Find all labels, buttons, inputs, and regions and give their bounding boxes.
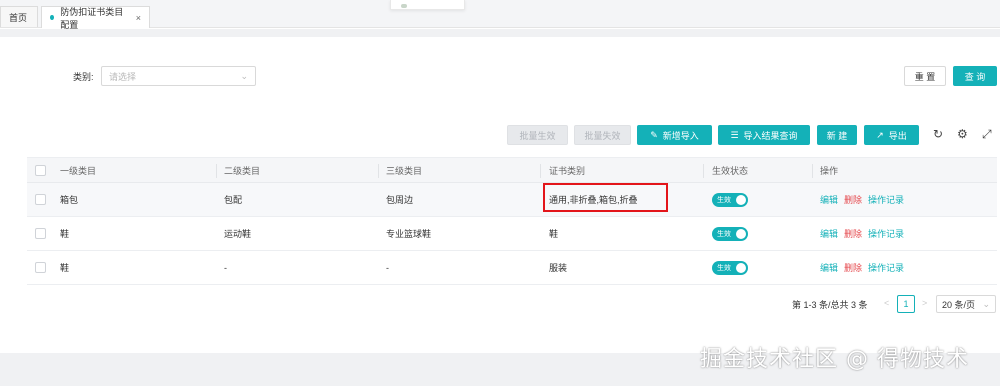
status-toggle[interactable]: 生效 (712, 217, 748, 250)
page-size-label: 20 条/页 (942, 299, 976, 310)
header-level1: 一级类目 (60, 165, 97, 176)
cell-level3: - (386, 262, 389, 273)
cell-level1: 箱包 (60, 195, 79, 205)
cell-level2: - (224, 262, 227, 273)
delete-link[interactable]: 删除 (844, 193, 862, 206)
cell-level2: 运动鞋 (224, 229, 252, 239)
category-filter-label: 类别: (73, 72, 94, 82)
batch-enable-button[interactable]: 批量生效 (507, 125, 568, 145)
batch-disable-button[interactable]: 批量失效 (574, 125, 631, 145)
cell-cert-type: 鞋 (549, 229, 559, 239)
chevron-right-icon[interactable]: > (922, 298, 927, 308)
page-size-select[interactable]: 20 条/页 ⌄ (936, 295, 996, 313)
row-actions: 编辑 删除 操作记录 (820, 217, 910, 250)
cell-cert-type: 服装 (549, 263, 568, 273)
pagination-total: 第 1-3 条/总共 3 条 (792, 300, 868, 310)
row-checkbox[interactable] (35, 251, 46, 284)
new-import-label: 新增导入 (662, 130, 699, 141)
table-header: 一级类目 二级类目 三级类目 证书类别 生效状态 操作 (27, 157, 997, 183)
delete-link[interactable]: 删除 (844, 261, 862, 274)
header-actions: 操作 (820, 165, 839, 176)
header-level2: 二级类目 (224, 165, 261, 176)
row-checkbox[interactable] (35, 183, 46, 216)
log-link[interactable]: 操作记录 (868, 261, 904, 274)
reset-button[interactable]: 重 置 (904, 66, 946, 86)
cell-level3: 专业篮球鞋 (386, 229, 432, 239)
dropdown-popover (390, 0, 465, 10)
tab-home[interactable]: 首页 (0, 6, 38, 27)
row-actions: 编辑 删除 操作记录 (820, 183, 910, 216)
status-toggle-label: 生效 (717, 230, 731, 238)
edit-link[interactable]: 编辑 (820, 261, 838, 274)
create-button[interactable]: 新 建 (817, 125, 857, 145)
select-all-checkbox[interactable] (35, 158, 46, 182)
content-top-strip (0, 29, 1000, 37)
row-checkbox[interactable] (35, 217, 46, 250)
red-highlight-box (543, 183, 668, 212)
refresh-icon[interactable]: ↻ (933, 127, 943, 141)
chevron-left-icon[interactable]: < (884, 298, 889, 308)
header-level3: 三级类目 (386, 165, 423, 176)
row-actions: 编辑 删除 操作记录 (820, 251, 910, 284)
export-icon: ↗ (876, 129, 884, 140)
status-toggle[interactable]: 生效 (712, 251, 748, 284)
category-select-placeholder: 请选择 (109, 71, 137, 82)
category-select[interactable]: 请选择 ⌄ (101, 66, 256, 86)
chevron-down-icon: ⌄ (982, 298, 990, 309)
status-toggle[interactable]: 生效 (712, 183, 748, 216)
category-table: 一级类目 二级类目 三级类目 证书类别 生效状态 操作 箱包 包配 包周边 通用… (27, 157, 997, 285)
log-link[interactable]: 操作记录 (868, 227, 904, 240)
cell-level2: 包配 (224, 195, 243, 205)
cell-level1: 鞋 (60, 263, 70, 273)
tab-active-label: 防伪扣证书类目配置 (60, 6, 124, 30)
list-icon: ☰ (730, 129, 739, 140)
table-row[interactable]: 鞋 - - 服装 生效 编辑 删除 操作记录 (27, 251, 997, 285)
active-dot-icon (50, 15, 55, 20)
tab-cert-category-config[interactable]: 防伪扣证书类目配置 × (41, 6, 150, 30)
watermark-text: 掘金技术社区 @ 得物技术 (700, 347, 969, 372)
table-row[interactable]: 箱包 包配 包周边 通用,非折叠,箱包,折叠 生效 编辑 删除 操作记录 (27, 183, 997, 217)
export-button[interactable]: ↗ 导出 (864, 125, 919, 145)
tab-bar: 首页 防伪扣证书类目配置 × (0, 0, 1000, 30)
edit-square-icon: ✎ (650, 129, 658, 140)
search-button[interactable]: 查 询 (953, 66, 997, 86)
popover-indicator-icon (401, 4, 407, 8)
page-number-button[interactable]: 1 (897, 295, 915, 313)
edit-link[interactable]: 编辑 (820, 227, 838, 240)
cell-level3: 包周边 (386, 195, 414, 205)
delete-link[interactable]: 删除 (844, 227, 862, 240)
gear-icon[interactable]: ⚙ (957, 127, 968, 141)
fullscreen-icon[interactable]: ⤢ (982, 127, 992, 142)
cell-level1: 鞋 (60, 229, 70, 239)
edit-link[interactable]: 编辑 (820, 193, 838, 206)
close-icon[interactable]: × (136, 13, 141, 23)
chevron-down-icon: ⌄ (240, 70, 248, 81)
import-result-query-button[interactable]: ☰ 导入结果查询 (718, 125, 810, 145)
tab-home-label: 首页 (9, 12, 28, 23)
import-result-query-label: 导入结果查询 (743, 130, 798, 141)
log-link[interactable]: 操作记录 (868, 193, 904, 206)
status-toggle-label: 生效 (717, 196, 731, 204)
status-toggle-label: 生效 (717, 264, 731, 272)
export-label: 导出 (888, 130, 907, 141)
new-import-button[interactable]: ✎ 新增导入 (637, 125, 712, 145)
header-status: 生效状态 (712, 165, 749, 176)
header-cert-type: 证书类别 (549, 165, 586, 176)
table-row[interactable]: 鞋 运动鞋 专业篮球鞋 鞋 生效 编辑 删除 操作记录 (27, 217, 997, 251)
